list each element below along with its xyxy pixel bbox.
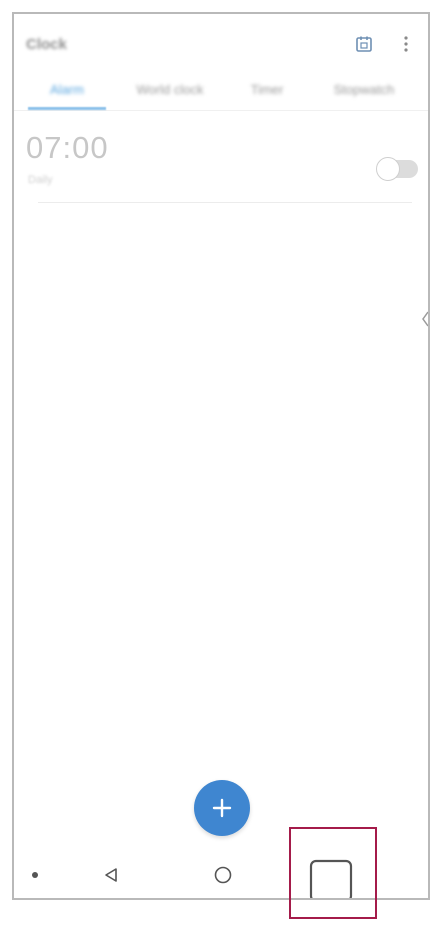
tab-alarm[interactable]: Alarm	[28, 82, 106, 106]
more-vert-icon[interactable]	[394, 32, 418, 56]
alarm-time: 07:00	[26, 130, 109, 165]
alarm-toggle[interactable]	[376, 157, 418, 181]
home-button[interactable]	[208, 860, 238, 890]
tab-timer[interactable]: Timer	[236, 82, 298, 106]
toggle-knob	[376, 157, 400, 181]
nav-dot-indicator	[32, 872, 38, 878]
home-icon	[214, 866, 232, 884]
tab-world-clock[interactable]: World clock	[120, 82, 220, 106]
list-divider	[38, 202, 412, 203]
back-icon	[105, 868, 117, 882]
back-button[interactable]	[96, 860, 126, 890]
plus-icon	[212, 798, 232, 818]
phone-screen: Clock Alarm World clock Timer Stopwatch …	[12, 12, 430, 900]
tab-stopwatch[interactable]: Stopwatch	[316, 82, 412, 106]
app-title: Clock	[26, 36, 67, 53]
add-alarm-button[interactable]	[194, 780, 250, 836]
edge-panel-handle-icon[interactable]	[420, 306, 428, 332]
tab-bar: Alarm World clock Timer Stopwatch	[14, 74, 428, 111]
alarm-label: Daily	[28, 174, 53, 186]
calendar-icon[interactable]	[352, 32, 376, 56]
tab-indicator	[28, 107, 106, 110]
recents-highlight-box	[289, 827, 377, 919]
alarm-item[interactable]: 07:00 Daily	[14, 124, 428, 214]
app-bar: Clock	[14, 14, 428, 74]
